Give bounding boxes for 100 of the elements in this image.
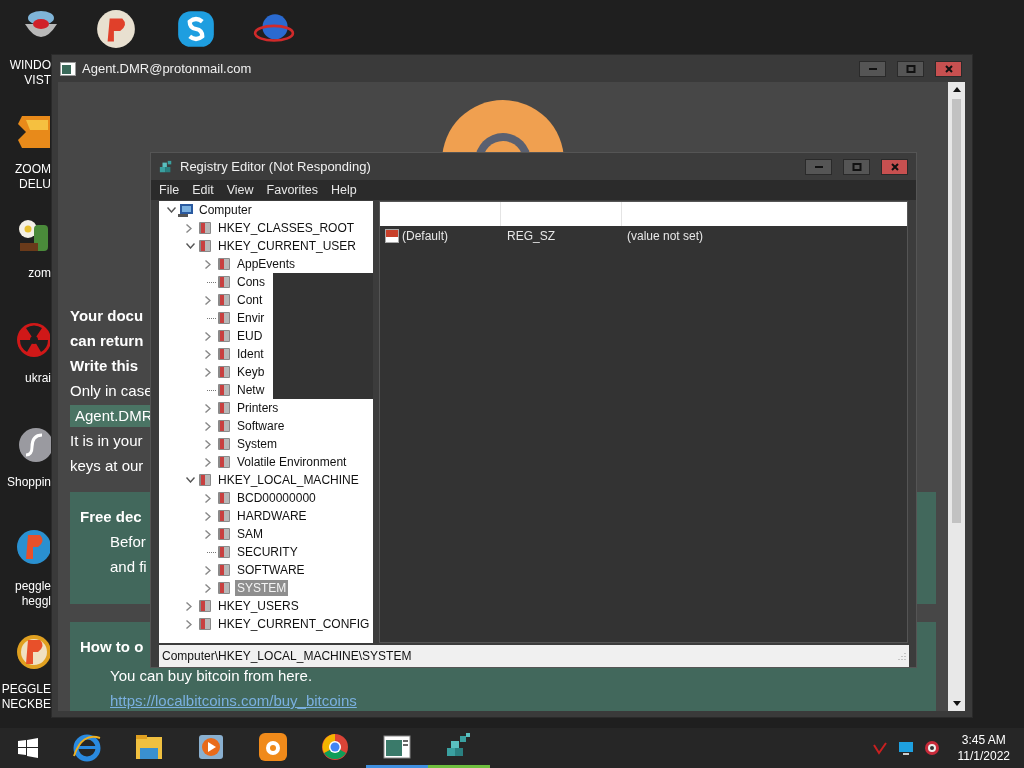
message-text: It is in your	[70, 432, 143, 449]
tree-item[interactable]: BCD00000000	[235, 490, 318, 506]
chevron-right-icon[interactable]	[205, 331, 211, 341]
maximize-icon	[851, 161, 862, 172]
minimize-button[interactable]	[805, 158, 832, 175]
tree-item[interactable]: SECURITY	[235, 544, 300, 560]
folder-icon	[216, 581, 232, 595]
menu-item[interactable]: File	[159, 183, 180, 197]
folder-icon	[216, 437, 232, 451]
folder-icon	[216, 419, 232, 433]
tree-line	[207, 551, 216, 553]
tree-item[interactable]: AppEvents	[235, 256, 298, 272]
tree-item[interactable]: Envir	[235, 310, 267, 326]
icon-label: NECKBE	[1, 697, 51, 712]
folder-icon	[216, 365, 232, 379]
menu-item[interactable]: Edit	[192, 183, 214, 197]
value-name: (Default)	[402, 229, 448, 243]
chevron-right-icon[interactable]	[205, 421, 211, 431]
icon-label: ZOOM	[15, 162, 51, 177]
tree-item[interactable]: HKEY_USERS	[216, 598, 301, 614]
tree-item[interactable]: Ident	[235, 346, 266, 362]
chevron-right-icon[interactable]	[205, 493, 211, 503]
folder-icon	[197, 473, 213, 487]
maximize-button[interactable]	[897, 60, 924, 77]
chevron-right-icon[interactable]	[205, 295, 211, 305]
tree-item[interactable]: EUD	[235, 328, 265, 344]
computer-icon	[178, 203, 194, 217]
checkmark-icon[interactable]	[871, 740, 888, 756]
chevron-right-icon[interactable]	[205, 529, 211, 539]
minimize-button[interactable]	[859, 60, 886, 77]
chevron-right-icon[interactable]	[205, 457, 211, 467]
rounded-square-icon	[258, 731, 288, 762]
menu-item[interactable]: View	[226, 183, 254, 197]
string-value-icon	[385, 229, 399, 243]
icon-label: peggle	[14, 579, 51, 594]
tree-item[interactable]: SOFTWARE	[235, 562, 307, 578]
icon-label: ukrai	[25, 371, 51, 386]
clock[interactable]: 3:45 AM 11/1/2022	[949, 732, 1024, 764]
tree-item[interactable]: HKEY_CURRENT_USER	[216, 238, 359, 254]
tree-item[interactable]: Volatile Environment	[235, 454, 349, 470]
scrollbar[interactable]	[948, 82, 965, 711]
resize-grip-icon[interactable]	[898, 652, 906, 660]
close-button[interactable]	[935, 60, 962, 77]
tree-item[interactable]: HARDWARE	[235, 508, 309, 524]
status-text: Computer\HKEY_LOCAL_MACHINE\SYSTEM	[162, 649, 412, 663]
tree-item[interactable]: Computer	[197, 202, 254, 218]
tree-item[interactable]: HKEY_CURRENT_CONFIG	[216, 616, 372, 632]
icon-label: zom	[28, 266, 51, 281]
close-button[interactable]	[881, 158, 908, 175]
tree-item[interactable]: HKEY_LOCAL_MACHINE	[216, 472, 361, 488]
chevron-right-icon[interactable]	[205, 403, 211, 413]
folder-icon	[197, 239, 213, 253]
chevron-down-icon[interactable]	[186, 477, 195, 483]
folder-icon	[216, 491, 232, 505]
folder-icon	[197, 617, 213, 631]
minimize-icon	[814, 165, 823, 168]
tree-item[interactable]: Netw	[235, 382, 267, 398]
panel-heading: How to o	[80, 638, 144, 655]
tree-item[interactable]: Printers	[235, 400, 281, 416]
menu-item[interactable]: Favorites	[266, 183, 318, 197]
tree-item[interactable]: HKEY_CLASSES_ROOT	[216, 220, 357, 236]
maximize-button[interactable]	[843, 158, 870, 175]
chevron-right-icon[interactable]	[186, 619, 192, 629]
folder-icon	[216, 257, 232, 271]
chevron-right-icon[interactable]	[205, 439, 211, 449]
panel-text: You can buy bitcoin from here.	[110, 667, 313, 684]
chevron-right-icon[interactable]	[205, 511, 211, 521]
chevron-down-icon[interactable]	[186, 243, 195, 249]
icon-label: DELU	[19, 177, 51, 192]
folder-icon	[216, 401, 232, 415]
chevron-right-icon[interactable]	[186, 223, 192, 233]
maximize-icon	[905, 63, 916, 74]
menu-item[interactable]: Help	[331, 183, 357, 197]
ball-icon[interactable]	[95, 8, 137, 50]
windows-logo-icon	[18, 738, 38, 758]
tree-item[interactable]: SAM	[235, 526, 265, 542]
chevron-right-icon[interactable]	[205, 349, 211, 359]
tree-item[interactable]: Software	[235, 418, 287, 434]
message-text: Write this	[70, 357, 139, 374]
chevron-right-icon[interactable]	[205, 259, 211, 269]
tree-item[interactable]: Cont	[235, 292, 265, 308]
monitor-icon[interactable]	[897, 740, 914, 756]
icon-label: PEGGLE	[1, 682, 51, 697]
icon-label: Shoppin	[6, 475, 51, 490]
scroll-down-icon[interactable]	[951, 700, 962, 708]
tree-item[interactable]: Keyb	[235, 364, 267, 380]
chevron-right-icon[interactable]	[205, 367, 211, 377]
speaker-icon[interactable]	[923, 740, 940, 756]
value-type: REG_SZ	[507, 229, 556, 243]
clock-date: 11/1/2022	[957, 748, 1010, 764]
chevron-right-icon[interactable]	[205, 565, 211, 575]
chat-app-icon[interactable]	[175, 8, 217, 50]
scroll-up-icon[interactable]	[951, 85, 962, 93]
chevron-down-icon[interactable]	[167, 207, 176, 213]
icon-label: VIST	[24, 73, 51, 88]
folder-icon	[216, 455, 232, 469]
chevron-right-icon[interactable]	[186, 601, 192, 611]
tree-item[interactable]: Cons	[235, 274, 267, 290]
chevron-right-icon[interactable]	[205, 583, 211, 593]
tree-item[interactable]: System	[235, 436, 279, 452]
